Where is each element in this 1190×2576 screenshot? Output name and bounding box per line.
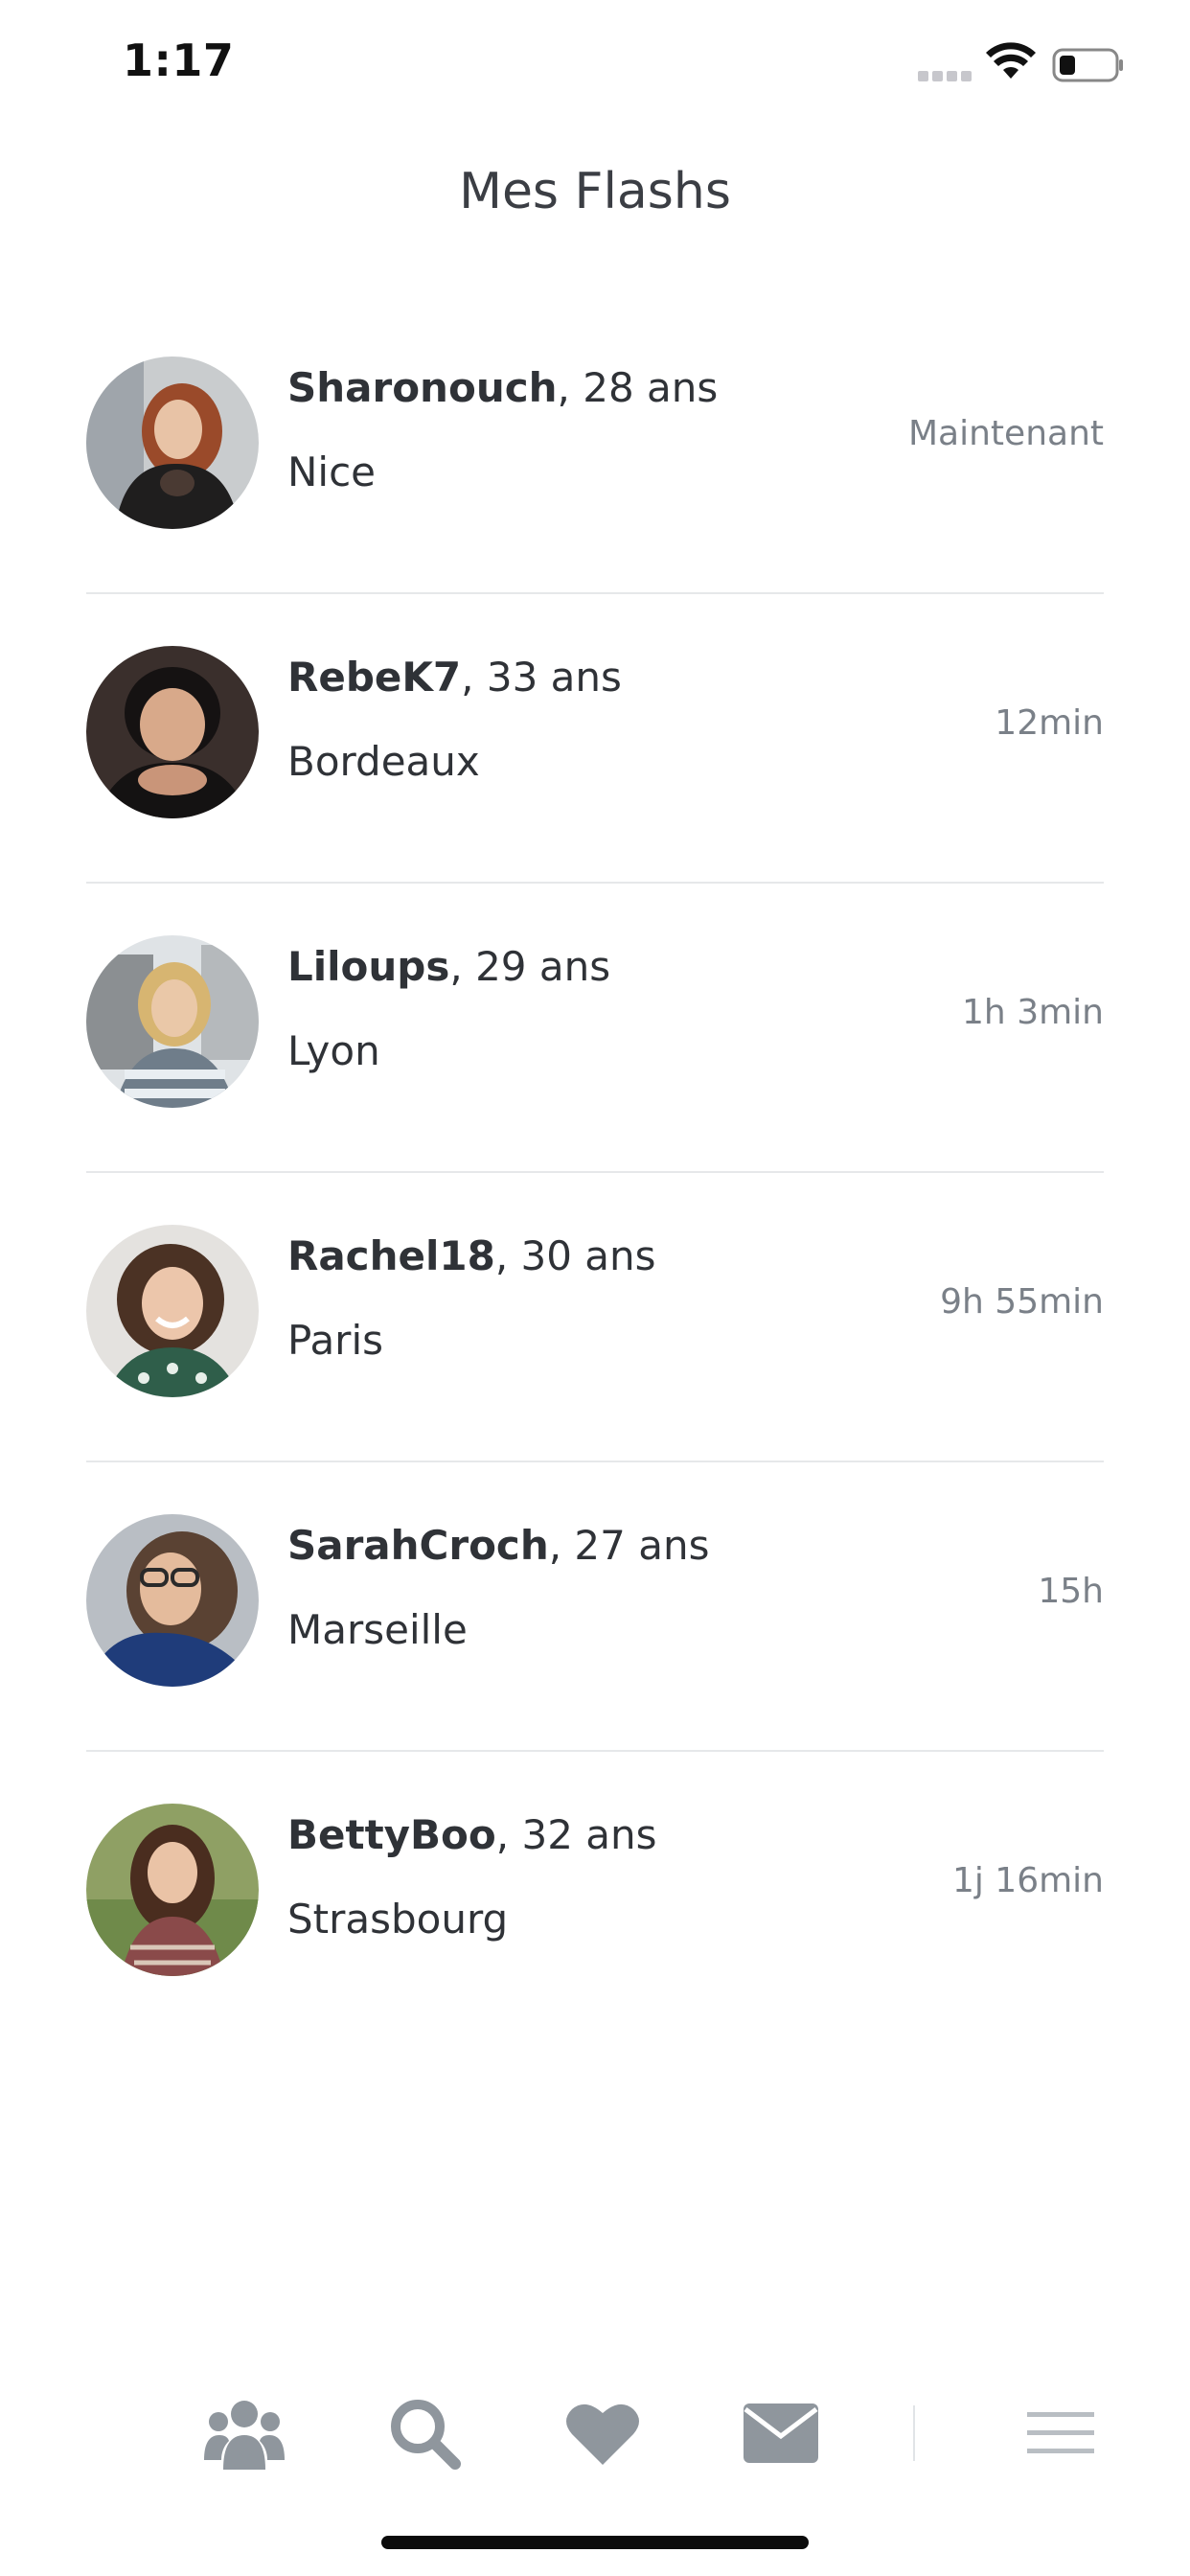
list-item[interactable]: SarahCroch, 27 ans Marseille 15h <box>86 1462 1104 1752</box>
time-ago: 1h 3min <box>962 993 1104 1032</box>
status-time: 1:17 <box>123 34 235 86</box>
username: Liloups <box>287 943 450 990</box>
list-item[interactable]: Liloups, 29 ans Lyon 1h 3min <box>86 884 1104 1173</box>
time-ago: 1j 16min <box>951 1861 1104 1900</box>
age: , 32 ans <box>495 1811 657 1858</box>
profile-name-age: SarahCroch, 27 ans <box>287 1522 709 1569</box>
profile-name-age: Sharonouch, 28 ans <box>287 364 718 411</box>
list-item[interactable]: Sharonouch, 28 ans Nice Maintenant <box>86 305 1104 594</box>
city: Paris <box>287 1317 383 1364</box>
tab-members[interactable] <box>201 2390 287 2476</box>
wifi-icon <box>986 42 1036 79</box>
menu-icon <box>1027 2412 1094 2453</box>
city: Lyon <box>287 1027 380 1074</box>
battery-icon <box>1052 48 1123 82</box>
profile-name-age: RebeK7, 33 ans <box>287 654 622 701</box>
age: , 29 ans <box>449 943 611 990</box>
home-indicator[interactable] <box>381 2536 809 2549</box>
tab-menu[interactable] <box>1018 2390 1104 2476</box>
envelope-icon <box>744 2404 818 2463</box>
username: Rachel18 <box>287 1232 495 1279</box>
avatar[interactable] <box>86 1804 259 1976</box>
tab-favorites[interactable] <box>560 2390 646 2476</box>
time-ago: 15h <box>1038 1572 1104 1611</box>
profile-name-age: BettyBoo, 32 ans <box>287 1811 657 1858</box>
age: , 33 ans <box>461 654 622 701</box>
city: Nice <box>287 448 377 495</box>
username: RebeK7 <box>287 654 462 701</box>
profile-name-age: Liloups, 29 ans <box>287 943 610 990</box>
tab-messages[interactable] <box>738 2390 824 2476</box>
avatar[interactable] <box>86 935 259 1108</box>
tab-bar <box>0 2377 1190 2482</box>
list-item[interactable]: Rachel18, 30 ans Paris 9h 55min <box>86 1173 1104 1462</box>
city: Bordeaux <box>287 738 480 785</box>
username: Sharonouch <box>287 364 558 411</box>
time-ago: 9h 55min <box>940 1282 1104 1322</box>
username: SarahCroch <box>287 1522 549 1569</box>
city: Marseille <box>287 1606 468 1653</box>
heart-icon <box>566 2404 639 2465</box>
time-ago: 12min <box>995 703 1104 743</box>
username: BettyBoo <box>287 1811 496 1858</box>
users-icon <box>204 2401 285 2470</box>
search-icon <box>391 2400 461 2470</box>
age: , 28 ans <box>557 364 719 411</box>
avatar[interactable] <box>86 1225 259 1397</box>
avatar[interactable] <box>86 356 259 529</box>
time-ago: Maintenant <box>907 414 1104 453</box>
tab-search[interactable] <box>381 2390 468 2476</box>
list-item[interactable]: BettyBoo, 32 ans Strasbourg 1j 16min <box>86 1752 1104 2041</box>
city: Strasbourg <box>287 1896 509 1943</box>
page-title: Mes Flashs <box>459 163 731 220</box>
age: , 27 ans <box>548 1522 710 1569</box>
avatar[interactable] <box>86 1514 259 1687</box>
cellular-signal-icon <box>918 71 972 82</box>
status-bar: 1:17 <box>0 0 1190 134</box>
avatar[interactable] <box>86 646 259 818</box>
age: , 30 ans <box>494 1232 656 1279</box>
profile-name-age: Rachel18, 30 ans <box>287 1232 656 1279</box>
list-item[interactable]: RebeK7, 33 ans Bordeaux 12min <box>86 594 1104 884</box>
tab-divider <box>913 2405 915 2461</box>
